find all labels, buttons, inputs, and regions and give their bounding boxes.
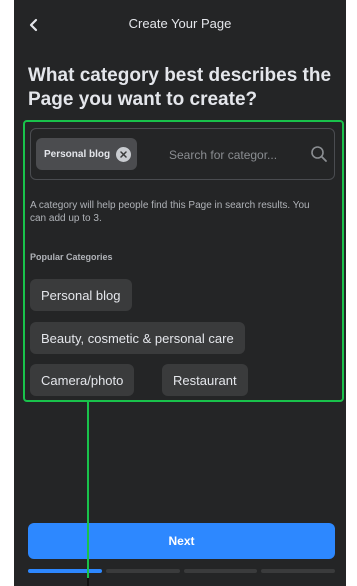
annotation-pointer-tip (87, 578, 89, 586)
progress-step-3 (183, 569, 258, 573)
progress-step-2 (105, 569, 180, 573)
app-header: Create Your Page (14, 0, 346, 48)
category-chip-camera-photo[interactable]: Camera/photo (30, 364, 135, 396)
page-title: Create Your Page (128, 16, 232, 31)
next-button[interactable]: Next (28, 523, 335, 559)
progress-step-4 (261, 569, 335, 573)
search-icon[interactable] (310, 145, 328, 163)
helper-text: A category will help people find this Pa… (30, 200, 310, 224)
category-chip-personal-blog[interactable]: Personal blog (30, 279, 132, 311)
category-question: What category best describes the Page yo… (28, 65, 332, 110)
popular-categories-heading: Popular Categories (30, 252, 113, 262)
annotation-pointer-line (87, 402, 89, 586)
remove-category-icon[interactable] (116, 146, 132, 162)
selected-category-label: Personal blog (44, 148, 111, 160)
category-chip-restaurant[interactable]: Restaurant (162, 364, 248, 396)
category-chip-beauty[interactable]: Beauty, cosmetic & personal care (30, 322, 245, 354)
selected-category-chip: Personal blog (36, 138, 138, 170)
create-page-screen: Create Your Page What category best desc… (14, 0, 346, 586)
step-progress (28, 569, 335, 573)
search-input[interactable] (169, 146, 309, 164)
progress-step-1 (28, 569, 102, 573)
